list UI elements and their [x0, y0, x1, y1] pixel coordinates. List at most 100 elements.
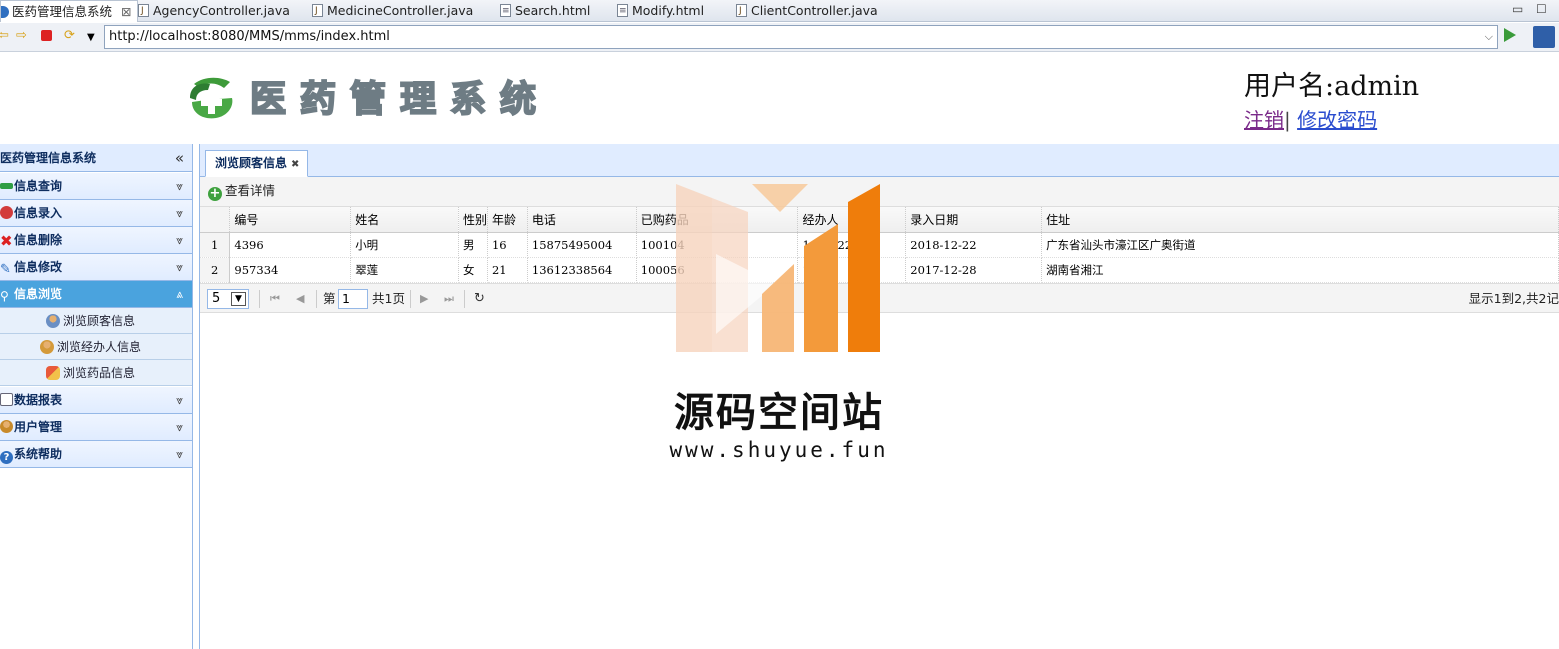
sidebar-section-entry[interactable]: 信息录入 ⩔ — [0, 200, 192, 227]
cell-id: 957334 — [229, 257, 352, 283]
java-file-icon — [312, 1, 323, 22]
chevron-down-icon[interactable]: ▼ — [87, 31, 95, 45]
cell-address: 广东省汕头市濠江区广奥街道 — [1041, 232, 1559, 258]
collapse-icon[interactable]: « — [175, 144, 184, 172]
last-page-icon[interactable]: ⏭ — [444, 290, 454, 308]
editor-tab-label: Search.html — [515, 3, 591, 18]
previous-page-icon[interactable]: ◀ — [296, 290, 304, 308]
chevron-down-icon: ⩔ — [176, 260, 183, 274]
editor-tab-agency-controller[interactable]: AgencyController.java — [138, 0, 290, 22]
editor-tab-modify-html[interactable]: Modify.html — [617, 0, 704, 22]
section-label: 信息录入 — [14, 206, 63, 220]
close-icon[interactable]: ✖ — [291, 159, 299, 170]
section-label: 信息删除 — [14, 233, 63, 247]
page-size-value: 5 — [212, 291, 221, 306]
chevron-down-icon: ⩔ — [176, 206, 183, 220]
sidebar-item-label: 浏览经办人信息 — [57, 340, 142, 354]
column-header[interactable]: 姓名 — [350, 207, 459, 233]
chevron-down-icon: ⩔ — [176, 179, 183, 193]
sidebar-title: 医药管理信息系统 « — [0, 144, 192, 172]
html-file-icon — [617, 1, 628, 22]
cell-phone: 15875495004 — [527, 232, 637, 258]
watermark-logo-icon — [676, 184, 880, 352]
editor-tab-search-html[interactable]: Search.html — [500, 0, 590, 22]
chevron-down-icon: ⩔ — [176, 447, 183, 461]
back-icon[interactable]: ⇦ — [0, 29, 9, 43]
row-number-header — [200, 207, 231, 233]
pager-divider — [316, 290, 317, 308]
refresh-icon[interactable]: ↻ — [474, 290, 485, 308]
chevron-down-icon: ⩔ — [176, 393, 183, 407]
sidebar-section-delete[interactable]: ✖信息删除 ⩔ — [0, 227, 192, 254]
chevron-down-icon[interactable]: ⌵ — [1485, 26, 1493, 48]
column-header[interactable]: 年龄 — [487, 207, 528, 233]
column-header[interactable]: 录入日期 — [905, 207, 1043, 233]
sidebar-item-browse-medicines[interactable]: 浏览药品信息 — [0, 360, 192, 386]
sidebar-section-query[interactable]: 信息查询 ⩔ — [0, 173, 192, 200]
editor-tab-label: 医药管理信息系统 — [12, 4, 113, 19]
pager-divider — [410, 290, 411, 308]
pager-divider — [464, 290, 465, 308]
minimize-icon[interactable]: ▭ — [1512, 2, 1523, 16]
sidebar-section-report[interactable]: 数据报表 ⩔ — [0, 387, 192, 414]
search-icon: ⚲ — [0, 289, 9, 303]
column-header[interactable]: 性别 — [458, 207, 488, 233]
view-details-button[interactable]: + 查看详情 — [208, 182, 275, 201]
help-icon: ? — [0, 451, 13, 464]
tab-browse-customers[interactable]: 浏览顾客信息 ✖ — [205, 150, 309, 177]
change-password-link[interactable]: 修改密码 — [1297, 108, 1377, 132]
editor-tab-bar: 医药管理信息系统 ⊠ AgencyController.java Medicin… — [0, 0, 1559, 22]
sidebar-section-browse[interactable]: ⚲ 信息浏览 ⩓ — [0, 281, 192, 308]
cell-date: 2018-12-22 — [905, 232, 1043, 258]
entry-icon — [0, 206, 13, 219]
editor-tab-medicine-controller[interactable]: MedicineController.java — [312, 0, 473, 22]
cell-date: 2017-12-28 — [905, 257, 1043, 283]
editor-tab-label: MedicineController.java — [327, 3, 474, 18]
address-bar[interactable]: http://localhost:8080/MMS/mms/index.html… — [104, 25, 1498, 49]
editor-tab-client-controller[interactable]: ClientController.java — [736, 0, 878, 22]
watermark-name: 源码空间站 — [674, 390, 884, 436]
sidebar-section-edit[interactable]: ✎ 信息修改 ⩔ — [0, 254, 192, 281]
link-separator: | — [1284, 108, 1291, 132]
java-file-icon — [736, 1, 747, 22]
cell-age: 16 — [487, 232, 528, 258]
editor-tab-browser[interactable]: 医药管理信息系统 ⊠ — [0, 0, 139, 22]
customer-icon — [46, 314, 60, 328]
add-icon: + — [208, 186, 222, 201]
sidebar-item-label: 浏览顾客信息 — [63, 314, 136, 328]
editor-tab-label: AgencyController.java — [153, 3, 290, 18]
page-prefix: 第 — [323, 291, 336, 306]
first-page-icon[interactable]: ⏮ — [270, 290, 280, 308]
sidebar-item-browse-agents[interactable]: 浏览经办人信息 — [0, 334, 192, 360]
close-icon[interactable]: ⊠ — [121, 4, 131, 19]
cell-phone: 13612338564 — [527, 257, 637, 283]
chevron-down-icon: ▼ — [231, 292, 246, 306]
header-links: 注销| 修改密码 — [1244, 104, 1377, 133]
sidebar-section-help[interactable]: ? 系统帮助 ⩔ — [0, 441, 192, 468]
page-number-input[interactable]: 1 — [338, 289, 368, 309]
next-page-icon[interactable]: ▶ — [420, 290, 428, 308]
editor-tab-label: Modify.html — [632, 3, 705, 18]
row-number: 2 — [200, 257, 231, 283]
sidebar-item-browse-customers[interactable]: 浏览顾客信息 — [0, 308, 192, 334]
column-header[interactable]: 电话 — [527, 207, 637, 233]
sidebar-title-text: 医药管理信息系统 — [0, 151, 97, 165]
refresh-icon[interactable]: ⟳ — [64, 29, 75, 43]
cell-id: 4396 — [229, 232, 352, 258]
page-size-select[interactable]: 5 ▼ — [207, 289, 249, 309]
report-icon — [0, 393, 13, 406]
chevron-down-icon: ⩔ — [176, 420, 183, 434]
pager-info: 显示1到2,共2记 — [1468, 291, 1559, 306]
java-file-icon — [138, 1, 149, 22]
app-logo-text: 医药管理系统 — [249, 77, 551, 121]
logout-link[interactable]: 注销 — [1244, 108, 1284, 132]
forward-icon[interactable]: ⇨ — [16, 29, 27, 43]
maximize-icon[interactable]: ☐ — [1536, 2, 1547, 16]
column-header[interactable]: 编号 — [229, 207, 352, 233]
external-browser-icon[interactable] — [1533, 26, 1555, 48]
section-label: 信息浏览 — [14, 287, 63, 301]
sidebar-section-user-management[interactable]: 用户管理 ⩔ — [0, 414, 192, 441]
stop-icon[interactable] — [41, 30, 52, 41]
go-icon[interactable] — [1504, 28, 1516, 42]
column-header[interactable]: 住址 — [1041, 207, 1559, 233]
